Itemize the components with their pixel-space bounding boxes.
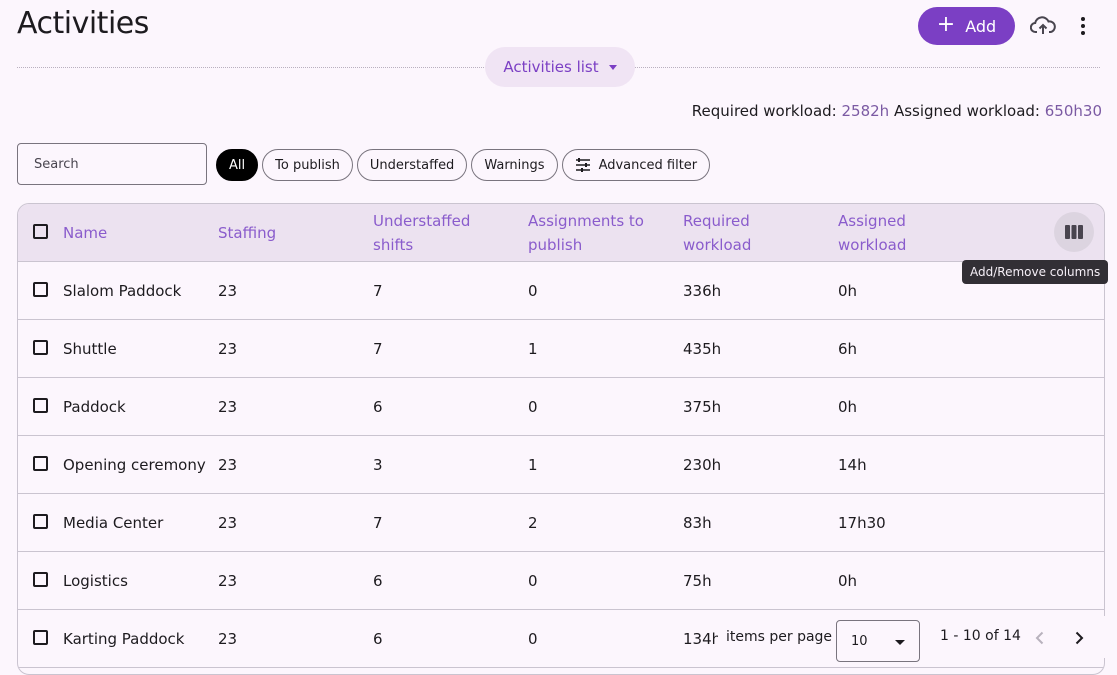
cell-staffing: 23 bbox=[218, 281, 238, 300]
items-per-page-value: 10 bbox=[851, 633, 868, 649]
row-checkbox[interactable] bbox=[33, 282, 48, 297]
column-name-header[interactable]: Name bbox=[63, 204, 107, 261]
columns-button[interactable] bbox=[1054, 212, 1094, 252]
cell-understaffed: 6 bbox=[373, 571, 383, 590]
cell-understaffed: 6 bbox=[373, 397, 383, 416]
cell-to-publish: 1 bbox=[528, 339, 538, 358]
workload-summary: Required workload: 2582h Assigned worklo… bbox=[692, 102, 1102, 120]
cell-required: 230h bbox=[683, 455, 722, 474]
chevron-right-icon[interactable] bbox=[1069, 628, 1089, 648]
cell-name: Logistics bbox=[63, 571, 128, 590]
table-row[interactable]: Media Center 23 7 2 83h 17h30 bbox=[18, 494, 1104, 552]
cell-name: Media Center bbox=[63, 513, 164, 532]
cell-staffing: 23 bbox=[218, 629, 238, 648]
add-button[interactable]: + Add bbox=[918, 7, 1015, 45]
cell-understaffed: 7 bbox=[373, 513, 383, 532]
items-per-page-select[interactable]: 10 bbox=[836, 620, 920, 662]
cell-name: Slalom Paddock bbox=[63, 281, 182, 300]
cell-required: 435h bbox=[683, 339, 722, 358]
cell-required: 83h bbox=[683, 513, 712, 532]
cell-to-publish: 1 bbox=[528, 455, 538, 474]
pagination: items per page 10 1 - 10 of 14 bbox=[718, 616, 1117, 662]
cell-required: 134h bbox=[683, 629, 722, 648]
column-understaffed-header[interactable]: Understaffed shifts bbox=[373, 204, 470, 261]
page-title: Activities bbox=[17, 6, 149, 41]
select-all-checkbox[interactable] bbox=[33, 224, 48, 239]
cell-staffing: 23 bbox=[218, 339, 238, 358]
assigned-workload-value: 650h30 bbox=[1044, 102, 1102, 120]
search-field bbox=[17, 143, 207, 185]
columns-tooltip: Add/Remove columns bbox=[962, 260, 1109, 284]
cell-to-publish: 0 bbox=[528, 571, 538, 590]
cell-required: 336h bbox=[683, 281, 722, 300]
column-required-header[interactable]: Required workload bbox=[683, 204, 751, 261]
cell-understaffed: 7 bbox=[373, 281, 383, 300]
cell-assigned: 17h30 bbox=[838, 513, 886, 532]
plus-icon: + bbox=[936, 12, 956, 37]
cell-assigned: 14h bbox=[838, 455, 867, 474]
cell-understaffed: 6 bbox=[373, 629, 383, 648]
view-column-icon bbox=[1065, 225, 1083, 239]
advanced-filter-label: Advanced filter bbox=[598, 157, 698, 173]
view-selector-label: Activities list bbox=[503, 58, 599, 76]
view-selector[interactable]: Activities list bbox=[485, 47, 635, 87]
cell-to-publish: 0 bbox=[528, 629, 538, 648]
row-checkbox[interactable] bbox=[33, 340, 48, 355]
filter-warnings-chip[interactable]: Warnings bbox=[471, 149, 558, 181]
caret-down-icon bbox=[608, 64, 617, 70]
cell-staffing: 23 bbox=[218, 513, 238, 532]
cell-to-publish: 2 bbox=[528, 513, 538, 532]
column-to-publish-header[interactable]: Assignments to publish bbox=[528, 204, 644, 261]
table-row[interactable]: Shuttle 23 7 1 435h 6h bbox=[18, 320, 1104, 378]
tune-icon bbox=[575, 158, 590, 172]
table-row[interactable]: Paddock 23 6 0 375h 0h bbox=[18, 378, 1104, 436]
table-row[interactable]: Opening ceremony 23 3 1 230h 14h bbox=[18, 436, 1104, 494]
cell-required: 75h bbox=[683, 571, 712, 590]
cell-name: Opening ceremony bbox=[63, 455, 206, 474]
cell-required: 375h bbox=[683, 397, 722, 416]
column-assigned-header[interactable]: Assigned workload bbox=[838, 204, 906, 261]
table-row[interactable]: Logistics 23 6 0 75h 0h bbox=[18, 552, 1104, 610]
cell-assigned: 0h bbox=[838, 571, 858, 590]
row-checkbox[interactable] bbox=[33, 456, 48, 471]
cell-staffing: 23 bbox=[218, 571, 238, 590]
cell-name: Paddock bbox=[63, 397, 126, 416]
cell-name: Shuttle bbox=[63, 339, 117, 358]
filter-understaffed-chip[interactable]: Understaffed bbox=[356, 149, 468, 181]
row-checkbox[interactable] bbox=[33, 630, 48, 645]
chevron-left-icon[interactable] bbox=[1030, 628, 1050, 648]
search-input[interactable] bbox=[32, 155, 206, 173]
cell-assigned: 0h bbox=[838, 397, 858, 416]
assigned-workload-label: Assigned workload: bbox=[893, 102, 1040, 120]
cell-name: Karting Paddock bbox=[63, 629, 185, 648]
cell-to-publish: 0 bbox=[528, 397, 538, 416]
column-staffing-header[interactable]: Staffing bbox=[218, 204, 276, 261]
advanced-filter-chip[interactable]: Advanced filter bbox=[561, 149, 711, 181]
row-checkbox[interactable] bbox=[33, 514, 48, 529]
cell-staffing: 23 bbox=[218, 397, 238, 416]
row-checkbox[interactable] bbox=[33, 398, 48, 413]
cell-understaffed: 3 bbox=[373, 455, 383, 474]
add-button-label: Add bbox=[965, 16, 997, 36]
cell-to-publish: 0 bbox=[528, 281, 538, 300]
filter-all-chip[interactable]: All bbox=[216, 149, 259, 181]
cell-understaffed: 7 bbox=[373, 339, 383, 358]
required-workload-label: Required workload: bbox=[691, 102, 837, 120]
activities-table: Name Staffing Understaffed shifts Assignm… bbox=[17, 203, 1105, 675]
page-range: 1 - 10 of 14 bbox=[940, 628, 1021, 644]
table-header: Name Staffing Understaffed shifts Assignm… bbox=[18, 204, 1104, 262]
filter-chips: All To publish Understaffed Warnings Adv… bbox=[216, 149, 711, 181]
items-per-page-label: items per page bbox=[726, 629, 833, 645]
cell-assigned: 0h bbox=[838, 281, 858, 300]
caret-down-icon bbox=[895, 640, 905, 645]
filter-to-publish-chip[interactable]: To publish bbox=[262, 149, 353, 181]
cell-assigned: 6h bbox=[838, 339, 858, 358]
cloud-upload-icon[interactable] bbox=[1030, 14, 1056, 38]
required-workload-value: 2582h bbox=[841, 102, 890, 120]
row-checkbox[interactable] bbox=[33, 572, 48, 587]
table-row[interactable]: Slalom Paddock 23 7 0 336h 0h bbox=[18, 262, 1104, 320]
more-vert-icon[interactable] bbox=[1074, 14, 1092, 38]
cell-staffing: 23 bbox=[218, 455, 238, 474]
